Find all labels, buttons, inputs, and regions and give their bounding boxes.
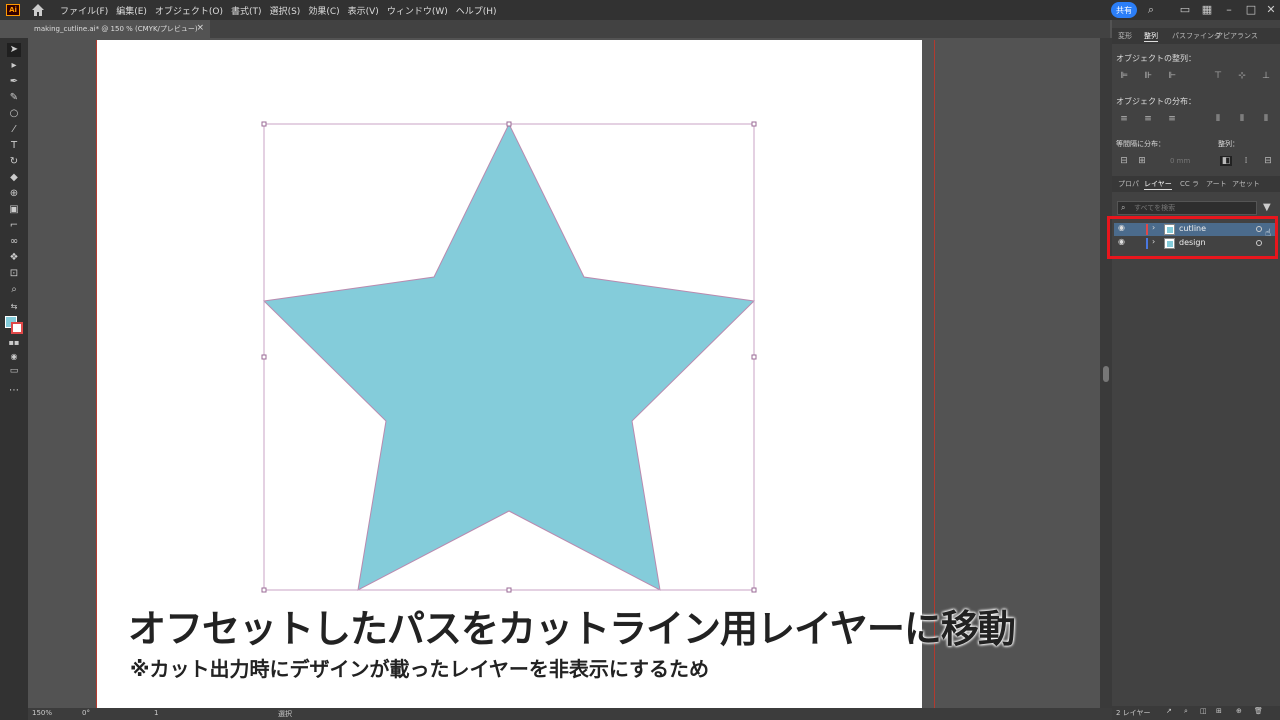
right-panel: 変形 整列 パスファインダ アピアランス オブジェクトの整列： ⊫ ⊪ ⊩ ⊤ … <box>1112 20 1280 720</box>
delete-layer-icon[interactable]: 🗑 <box>1254 707 1263 715</box>
align-top-icon[interactable]: ⊤ <box>1212 71 1224 81</box>
align-to-label: 整列： <box>1218 140 1239 148</box>
rotation-value[interactable]: 0° <box>82 709 90 717</box>
tab-properties[interactable]: プロパ <box>1118 179 1139 189</box>
locate-object-icon[interactable]: ⌕ <box>1184 707 1188 716</box>
distribute-spacing-label: 等間隔に分布： <box>1116 140 1165 148</box>
layers-panel-footer: 2 レイヤー ↗ ⌕ ◫ ⊞ ⊕ 🗑 <box>1112 706 1280 720</box>
zoom-level[interactable]: 150% <box>32 709 52 717</box>
align-objects-label: オブジェクトの整列： <box>1116 54 1196 63</box>
layers-panel-tabs: プロパ レイヤー CC ラ アート アセット <box>1112 176 1280 192</box>
clipping-mask-icon[interactable]: ◫ <box>1200 707 1207 715</box>
align-to-key-icon[interactable]: ◧ <box>1220 156 1232 166</box>
align-to-artboard-icon[interactable]: ⊟ <box>1262 156 1274 166</box>
align-hcenter-icon[interactable]: ⊪ <box>1142 71 1154 81</box>
tab-layers[interactable]: レイヤー <box>1144 179 1172 190</box>
tab-appearance[interactable]: アピアランス <box>1216 31 1258 41</box>
align-bottom-icon[interactable]: ⊥ <box>1260 71 1272 81</box>
new-sublayer-icon[interactable]: ⊞ <box>1216 707 1222 715</box>
tab-align[interactable]: 整列 <box>1144 31 1158 42</box>
distribute-right-icon[interactable]: ⦀ <box>1260 114 1272 124</box>
align-to-selection-icon[interactable]: ⁞ <box>1240 156 1252 166</box>
distribute-hcenter-icon[interactable]: ⦀ <box>1236 114 1248 124</box>
distribute-hspace-icon[interactable]: ⊞ <box>1136 156 1148 166</box>
vertical-scrollbar[interactable] <box>1100 38 1112 708</box>
layer-count: 2 レイヤー <box>1116 709 1151 717</box>
star-shape[interactable] <box>262 122 756 591</box>
highlight-annotation-box <box>1107 216 1278 259</box>
new-layer-icon[interactable]: ⊕ <box>1236 707 1242 715</box>
layers-search-input[interactable]: すべてを検索 <box>1117 201 1257 215</box>
artboard-number[interactable]: 1 <box>154 709 158 717</box>
caption-main: オフセットしたパスをカットライン用レイヤーに移動 <box>128 607 1016 651</box>
export-icon[interactable]: ↗ <box>1166 707 1172 715</box>
scrollbar-thumb[interactable] <box>1103 366 1109 382</box>
caption-sub: ※カット出力時にデザインが載ったレイヤーを非表示にするため <box>130 657 710 681</box>
distribute-vcenter-icon[interactable]: ≡ <box>1142 114 1154 124</box>
filter-icon[interactable]: ▼ <box>1263 202 1271 213</box>
tab-assets[interactable]: アセット <box>1232 179 1260 189</box>
search-icon: ⌕ <box>1121 203 1126 212</box>
spacing-value-field[interactable]: 0 mm <box>1170 157 1190 165</box>
tab-artboards[interactable]: アート <box>1206 179 1227 189</box>
align-vcenter-icon[interactable]: ⊹ <box>1236 71 1248 81</box>
distribute-top-icon[interactable]: ≡ <box>1118 114 1130 124</box>
tool-status: 選択 <box>278 710 292 718</box>
distribute-left-icon[interactable]: ⦀ <box>1212 114 1224 124</box>
tab-cc-libraries[interactable]: CC ラ <box>1180 179 1199 189</box>
align-left-icon[interactable]: ⊫ <box>1118 71 1130 81</box>
status-bar: 150% 0° 1 選択 <box>28 708 1112 720</box>
tab-transform[interactable]: 変形 <box>1118 31 1132 41</box>
tab-pathfinder[interactable]: パスファインダ <box>1172 31 1221 41</box>
align-panel-tabs: 変形 整列 パスファインダ アピアランス <box>1112 28 1280 44</box>
align-right-icon[interactable]: ⊩ <box>1166 71 1178 81</box>
distribute-objects-label: オブジェクトの分布： <box>1116 97 1196 106</box>
distribute-vspace-icon[interactable]: ⊟ <box>1118 156 1130 166</box>
distribute-bottom-icon[interactable]: ≡ <box>1166 114 1178 124</box>
